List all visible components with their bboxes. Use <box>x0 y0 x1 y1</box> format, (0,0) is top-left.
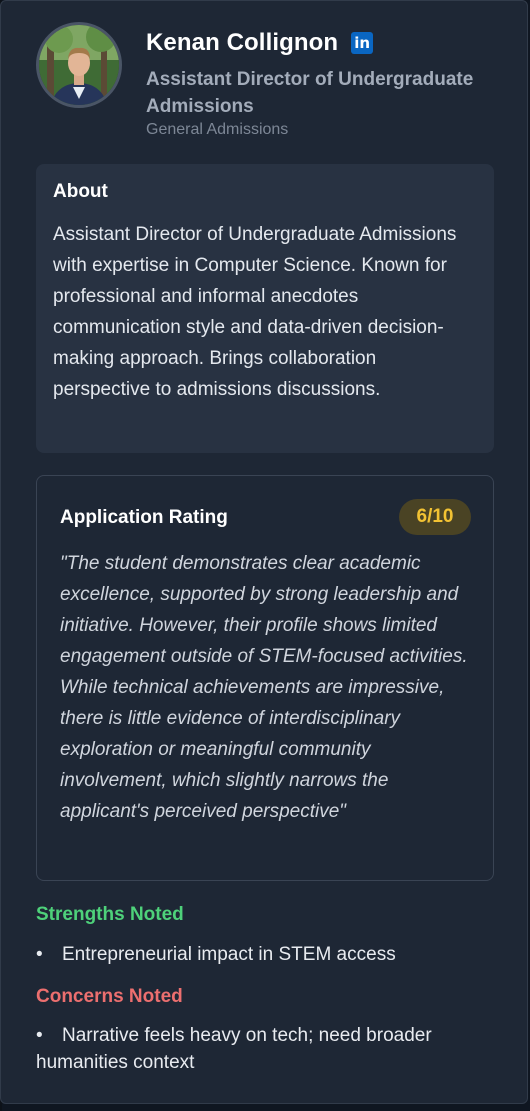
list-item: • Entrepreneurial impact in STEM access <box>36 941 496 968</box>
reviewer-name: Kenan Collignon <box>146 29 339 56</box>
bullet: • <box>36 944 43 965</box>
reviewer-title: Assistant Director of Undergraduate Admi… <box>146 69 474 117</box>
rating-quote: "The student demonstrates clear academic… <box>60 553 468 822</box>
strengths-heading: Strengths Noted <box>36 904 184 925</box>
about-section: About Assistant Director of Undergraduat… <box>36 164 494 453</box>
concerns-list: • Narrative feels heavy on tech; need bro… <box>36 1022 496 1076</box>
application-rating-section: Application Rating 6/10 "The student dem… <box>36 475 494 881</box>
about-text: Assistant Director of Undergraduate Admi… <box>53 224 457 400</box>
rating-score-badge: 6/10 <box>399 499 471 535</box>
profile-header: Kenan Collignon in Assistant Director of… <box>36 22 506 142</box>
about-heading: About <box>53 181 108 202</box>
avatar <box>36 22 122 108</box>
bullet: • <box>36 1025 43 1046</box>
rating-heading: Application Rating <box>60 507 228 528</box>
concern-text: Narrative feels heavy on tech; need broa… <box>36 1025 432 1073</box>
concerns-heading: Concerns Noted <box>36 986 183 1007</box>
linkedin-icon[interactable]: in <box>351 32 374 54</box>
strength-text: Entrepreneurial impact in STEM access <box>62 944 396 965</box>
name-row: Kenan Collignon in <box>146 28 374 58</box>
list-item: • Narrative feels heavy on tech; need bro… <box>36 1022 496 1076</box>
strengths-list: • Entrepreneurial impact in STEM access <box>36 941 496 968</box>
reviewer-department: General Admissions <box>146 121 289 138</box>
